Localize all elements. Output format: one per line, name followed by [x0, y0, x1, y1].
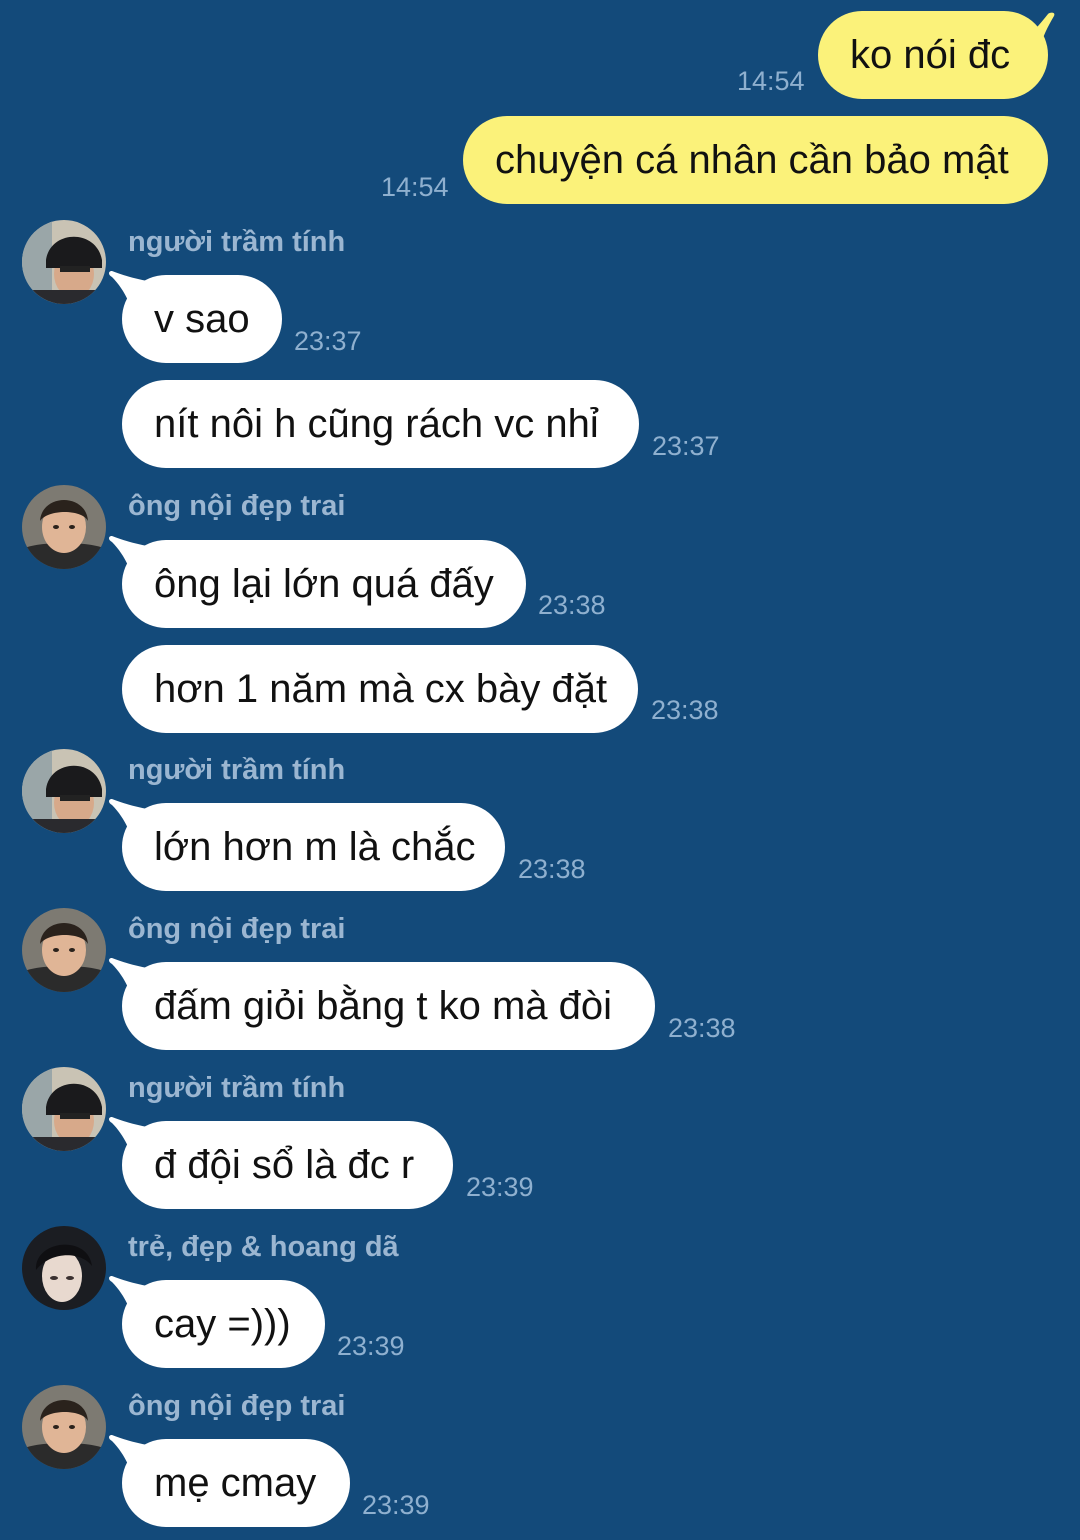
incoming-message[interactable]: ông lại lớn quá đấy [122, 540, 526, 628]
message-time: 23:38 [651, 695, 719, 725]
incoming-message[interactable]: mẹ cmay [122, 1439, 350, 1527]
sender-name: ông nội đẹp trai [128, 1390, 346, 1422]
incoming-message[interactable]: đ đội sổ là đc r [122, 1121, 453, 1209]
sender-name: ông nội đẹp trai [128, 490, 346, 522]
message-time: 23:39 [337, 1331, 405, 1361]
incoming-message[interactable]: đấm giỏi bằng t ko mà đòi [122, 962, 655, 1050]
incoming-message[interactable]: lớn hơn m là chắc [122, 803, 505, 891]
message-time: 23:38 [538, 590, 606, 620]
avatar-nguoi-tram-tinh[interactable] [22, 749, 106, 833]
avatar-nguoi-tram-tinh[interactable] [22, 220, 106, 304]
avatar-ong-noi-dep-trai[interactable] [22, 908, 106, 992]
avatar-ong-noi-dep-trai[interactable] [22, 1385, 106, 1469]
sender-name: ông nội đẹp trai [128, 913, 346, 945]
avatar-tre-dep-hoang-da[interactable] [22, 1226, 106, 1310]
bubble-tail [1016, 12, 1055, 48]
outgoing-message[interactable]: chuyện cá nhân cần bảo mật [463, 116, 1048, 204]
incoming-message[interactable]: v sao [122, 275, 282, 363]
message-time: 14:54 [737, 66, 805, 96]
sender-name: trẻ, đẹp & hoang dã [128, 1231, 399, 1263]
message-time: 23:38 [668, 1013, 736, 1043]
avatar-ong-noi-dep-trai[interactable] [22, 485, 106, 569]
incoming-message[interactable]: cay =))) [122, 1280, 325, 1368]
sender-name: người trầm tính [128, 1072, 346, 1104]
sender-name: người trầm tính [128, 754, 346, 786]
message-time: 23:39 [466, 1172, 534, 1202]
message-time: 23:37 [294, 326, 362, 356]
message-time: 23:37 [652, 431, 720, 461]
incoming-message[interactable]: hơn 1 năm mà cx bày đặt [122, 645, 638, 733]
message-time: 23:39 [362, 1490, 430, 1520]
message-time: 23:38 [518, 854, 586, 884]
incoming-message[interactable]: nít nôi h cũng rách vc nhỉ [122, 380, 639, 468]
outgoing-message[interactable]: ko nói đc [818, 11, 1048, 99]
chat-thread[interactable]: 14:54 ko nói đc 14:54 chuyện cá nhân cần… [0, 0, 1080, 1540]
sender-name: người trầm tính [128, 226, 346, 258]
message-time: 14:54 [381, 172, 449, 202]
avatar-nguoi-tram-tinh[interactable] [22, 1067, 106, 1151]
